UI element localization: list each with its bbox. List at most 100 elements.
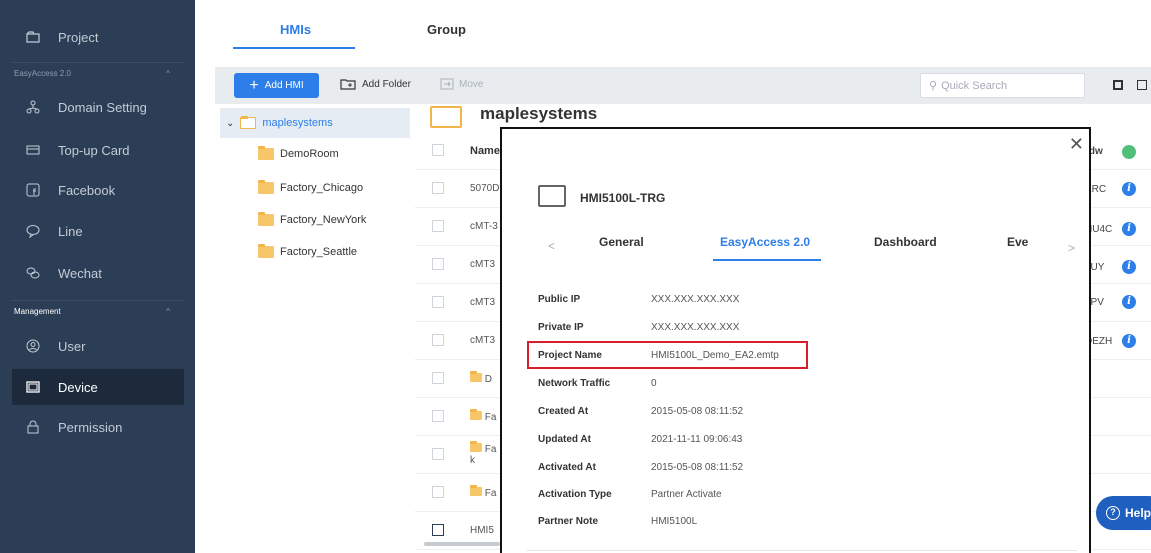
sidebar-item-permission[interactable]: Permission	[0, 409, 184, 445]
row-checkbox[interactable]	[432, 220, 444, 232]
field-value: HMI5100L	[651, 516, 698, 527]
device-icon	[538, 185, 566, 207]
row-folder-name: D	[470, 371, 492, 385]
row-name: Fa	[484, 412, 497, 423]
row-checkbox[interactable]	[432, 486, 444, 498]
tab-general[interactable]: General	[599, 235, 644, 249]
folder-header: maplesystems	[430, 100, 597, 128]
tree-item-label: Factory_Chicago	[280, 182, 364, 194]
list-view-icon[interactable]	[1137, 80, 1147, 90]
tab-active-indicator	[713, 259, 821, 261]
section-label: EasyAccess 2.0	[14, 69, 71, 78]
field-value: 2015-05-08 08:11:52	[651, 406, 744, 417]
row-checkbox[interactable]	[432, 372, 444, 384]
field-value: XXX.XXX.XXX.XXX	[651, 322, 740, 333]
tree-item-factory-seattle[interactable]: Factory_Seattle	[258, 244, 357, 258]
row-name: cMT3	[470, 259, 495, 270]
folder-icon	[258, 244, 274, 258]
row-name: cMT3	[470, 335, 495, 346]
info-icon[interactable]: i	[1122, 182, 1136, 196]
sidebar-item-facebook[interactable]: Facebook	[0, 172, 184, 208]
tree-item-factory-newyork[interactable]: Factory_NewYork	[258, 212, 367, 226]
tab-group[interactable]: Group	[427, 22, 466, 37]
sidebar-item-label: Permission	[58, 419, 123, 435]
section-label: Management	[14, 307, 61, 316]
row-name: Fa	[484, 444, 497, 455]
tab-events[interactable]: Eve	[1007, 235, 1028, 249]
section-easyaccess[interactable]: EasyAccess 2.0 ^	[12, 62, 184, 84]
row-checkbox[interactable]	[432, 182, 444, 194]
row-checkbox[interactable]	[432, 410, 444, 422]
card-icon	[26, 143, 40, 157]
sidebar-item-wechat[interactable]: Wechat	[0, 255, 184, 291]
column-header-name[interactable]: Name	[470, 145, 500, 157]
grid-view-icon[interactable]	[1113, 80, 1123, 90]
sidebar-item-label: Top-up Card	[58, 142, 130, 158]
field-label: Created At	[538, 406, 589, 417]
folder-icon	[470, 371, 482, 382]
tree-root-label: maplesystems	[262, 117, 333, 129]
field-label: Public IP	[538, 294, 581, 305]
row-checkbox[interactable]	[432, 258, 444, 270]
close-icon[interactable]: ✕	[1069, 135, 1084, 153]
field-value: XXX.XXX.XXX.XXX	[651, 294, 740, 305]
row-name: cMT-3	[470, 221, 498, 232]
sidebar-item-line[interactable]: Line	[0, 213, 184, 249]
row-folder-name: Fa	[470, 409, 497, 423]
move-button[interactable]: Move	[440, 78, 483, 90]
folder-icon	[470, 441, 482, 452]
select-all-checkbox[interactable]	[432, 144, 444, 156]
info-icon[interactable]: i	[1122, 334, 1136, 348]
chevron-right-icon[interactable]: >	[1068, 241, 1075, 255]
tree-root-maplesystems[interactable]: ⌄ maplesystems	[220, 108, 410, 138]
modal-tabs: < General EasyAccess 2.0 Dashboard Eve >	[538, 229, 1078, 265]
folder-icon	[258, 180, 274, 194]
tree-item-label: Factory_NewYork	[280, 214, 367, 226]
search-icon: ⚲	[929, 80, 938, 92]
add-folder-button[interactable]: Add Folder	[340, 78, 411, 90]
wechat-icon	[26, 266, 40, 280]
row-checkbox[interactable]	[432, 448, 444, 460]
tree-item-demoroom[interactable]: DemoRoom	[258, 146, 339, 160]
add-hmi-button[interactable]: + Add HMI	[234, 73, 319, 98]
sidebar-item-label: Line	[58, 223, 83, 239]
info-icon[interactable]: i	[1122, 222, 1136, 236]
tree-item-factory-chicago[interactable]: Factory_Chicago	[258, 180, 364, 194]
info-icon[interactable]: i	[1122, 260, 1136, 274]
horizontal-scrollbar[interactable]	[424, 542, 500, 546]
move-icon	[440, 78, 454, 90]
facebook-icon	[26, 183, 40, 197]
status-icon[interactable]	[1122, 145, 1136, 159]
row-checkbox[interactable]	[432, 296, 444, 308]
device-icon	[26, 380, 40, 394]
row-checkbox[interactable]	[432, 334, 444, 346]
tab-easyaccess[interactable]: EasyAccess 2.0	[720, 235, 810, 249]
chevron-left-icon[interactable]: <	[548, 239, 555, 253]
tab-hmis[interactable]: HMIs	[280, 22, 311, 37]
sidebar-item-user[interactable]: User	[0, 328, 184, 364]
add-folder-label: Add Folder	[362, 78, 411, 90]
tree-item-label: DemoRoom	[280, 148, 339, 160]
section-management[interactable]: Management ^	[12, 300, 184, 322]
sidebar-item-domain-setting[interactable]: Domain Setting	[0, 89, 184, 125]
row-checkbox[interactable]	[432, 524, 444, 536]
sidebar-item-project[interactable]: Project	[0, 19, 184, 55]
tab-active-indicator	[233, 47, 355, 49]
chevron-up-icon: ^	[166, 307, 170, 316]
user-icon	[26, 339, 40, 353]
chevron-up-icon: ^	[166, 69, 170, 78]
info-icon[interactable]: i	[1122, 295, 1136, 309]
field-value: 2015-05-08 08:11:52	[651, 462, 744, 473]
tab-dashboard[interactable]: Dashboard	[874, 235, 937, 249]
field-value: 0	[651, 378, 657, 389]
sidebar-item-top-up-card[interactable]: Top-up Card	[0, 132, 184, 168]
help-button[interactable]: ? Help	[1096, 496, 1151, 530]
sidebar-item-device[interactable]: Device	[12, 369, 184, 405]
quick-search-input[interactable]: ⚲ Quick Search	[920, 73, 1085, 98]
sidebar-item-label: Device	[58, 379, 98, 395]
add-hmi-label: Add HMI	[264, 80, 304, 91]
field-label: Activated At	[538, 462, 596, 473]
help-label: Help	[1125, 506, 1151, 520]
folder-icon	[258, 212, 274, 226]
folder-icon	[258, 146, 274, 160]
